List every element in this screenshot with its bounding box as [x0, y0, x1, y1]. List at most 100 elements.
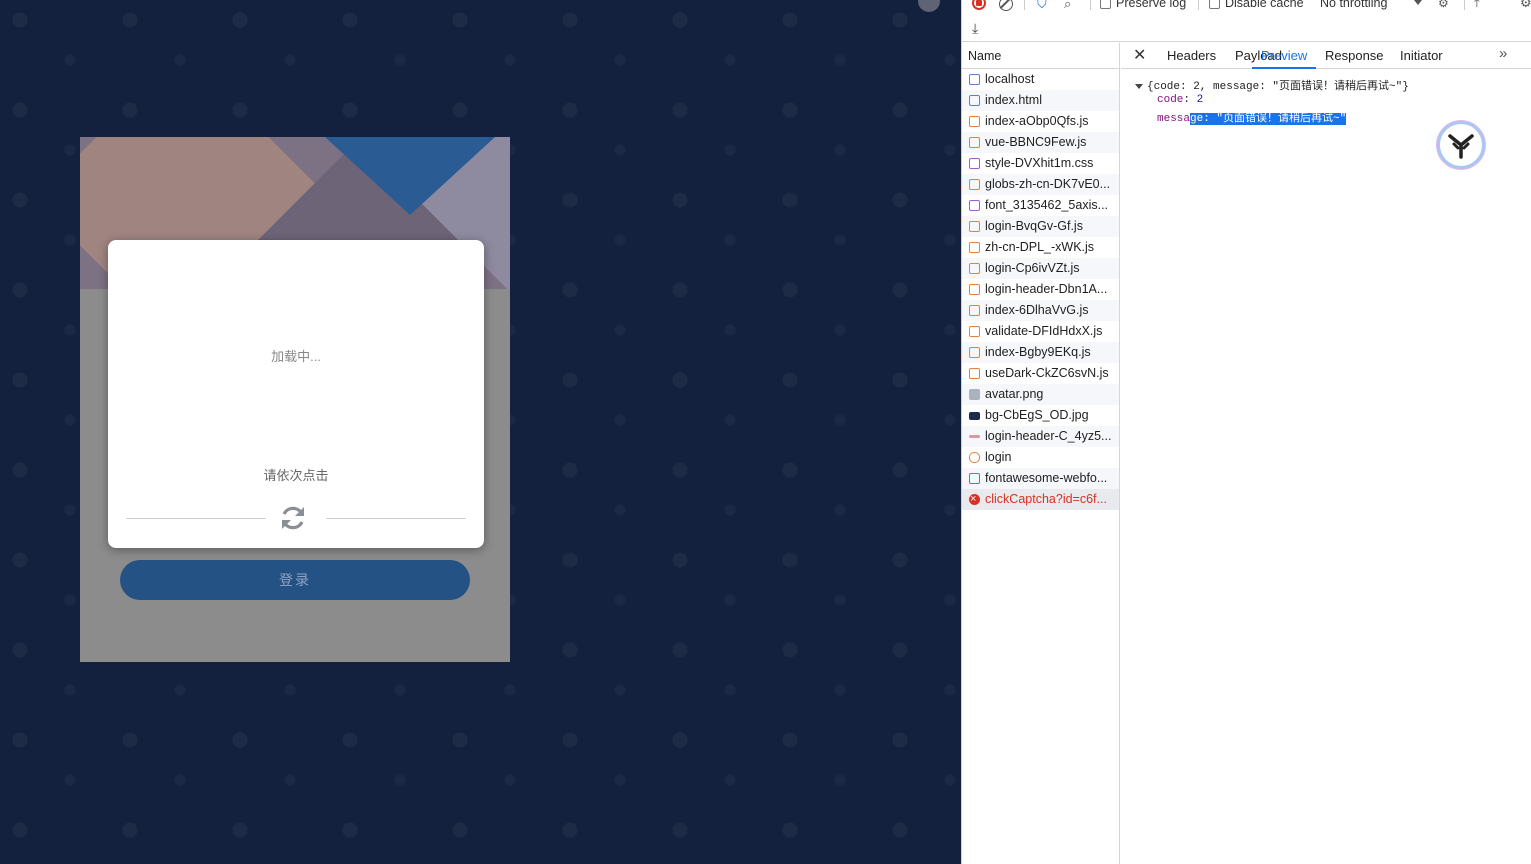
request-name: fontawesome-webfo...: [985, 471, 1108, 485]
request-detail-tabs: ✕ Headers Payload Preview Response Initi…: [1121, 43, 1531, 69]
header-shape-blue-triangle: [325, 137, 495, 215]
request-row[interactable]: fontawesome-webfo...: [962, 468, 1119, 489]
request-row[interactable]: avatar.png: [962, 384, 1119, 405]
xhr-file-icon: [969, 452, 980, 463]
gear-icon[interactable]: ⚙: [1520, 0, 1531, 10]
request-name: vue-BBNC9Few.js: [985, 135, 1087, 149]
network-conditions-icon[interactable]: ⚙: [1438, 0, 1452, 10]
request-row[interactable]: login-BvqGv-Gf.js: [962, 216, 1119, 237]
img-file-icon: [969, 389, 980, 400]
expand-triangle-icon[interactable]: [1135, 83, 1143, 89]
json-value-code: 2: [1196, 94, 1204, 106]
json-code-line: code: 2: [1157, 94, 1204, 106]
js-file-icon: [969, 179, 980, 190]
request-name: login: [985, 450, 1012, 464]
request-rows: localhost index.html index-aObp0Qfs.js vue-…: [962, 69, 1119, 510]
filter-icon[interactable]: ⛉: [1037, 0, 1051, 11]
err-file-icon: [969, 489, 980, 510]
request-row[interactable]: vue-BBNC9Few.js: [962, 132, 1119, 153]
captcha-hint-text: 请依次点击: [263, 468, 329, 483]
disable-cache-checkbox[interactable]: Disable cache: [1209, 0, 1304, 10]
captcha-loading-text: 加载中...: [271, 349, 321, 364]
js-file-icon: [969, 347, 980, 358]
js-file-icon: [969, 116, 980, 127]
request-row[interactable]: style-DVXhit1m.css: [962, 153, 1119, 174]
extension-logo-icon[interactable]: [1437, 121, 1485, 169]
css-file-icon: [969, 200, 980, 211]
request-name: avatar.png: [985, 387, 1044, 401]
throttling-select[interactable]: No throttling: [1320, 0, 1387, 10]
request-row[interactable]: clickCaptcha?id=c6f...: [962, 489, 1119, 510]
disable-cache-label: Disable cache: [1225, 0, 1304, 10]
request-row[interactable]: index.html: [962, 90, 1119, 111]
request-row[interactable]: zh-cn-DPL_-xWK.js: [962, 237, 1119, 258]
search-icon[interactable]: ⌕: [1064, 0, 1078, 11]
request-name: index.html: [985, 93, 1042, 107]
json-root-line[interactable]: {code: 2, message: "页面错误！请稍后再试~"}: [1135, 77, 1409, 93]
request-row[interactable]: globs-zh-cn-DK7vE0...: [962, 174, 1119, 195]
json-preview: {code: 2, message: "页面错误！请稍后再试~"} code: …: [1121, 70, 1531, 864]
request-row[interactable]: login-header-C_4yz5...: [962, 426, 1119, 447]
request-row[interactable]: index-Bgby9EKq.js: [962, 342, 1119, 363]
request-name: useDark-CkZC6svN.js: [985, 366, 1109, 380]
svg-file-icon: [969, 435, 980, 438]
extension-glyph-icon: [1448, 134, 1474, 159]
captcha-divider-left: [126, 518, 266, 519]
refresh-icon[interactable]: [278, 503, 308, 533]
request-name: bg-CbEgS_OD.jpg: [985, 408, 1089, 422]
request-row[interactable]: validate-DFIdHdxX.js: [962, 321, 1119, 342]
request-name: zh-cn-DPL_-xWK.js: [985, 240, 1095, 254]
request-name: index-6DlhaVvG.js: [985, 303, 1089, 317]
globe-icon[interactable]: [918, 0, 940, 12]
request-row[interactable]: login-header-Dbn1A...: [962, 279, 1119, 300]
captcha-dialog: 加载中... 请依次点击: [108, 240, 484, 548]
name-column-header[interactable]: Name: [962, 43, 1119, 69]
request-name: validate-DFIdHdxX.js: [985, 324, 1103, 338]
json-key-code: code: [1157, 94, 1184, 106]
devtools-network-panel: ⛉ ⌕ Preserve log Disable cache No thrott…: [961, 0, 1531, 864]
request-row[interactable]: bg-CbEgS_OD.jpg: [962, 405, 1119, 426]
request-row[interactable]: index-aObp0Qfs.js: [962, 111, 1119, 132]
js-file-icon: [969, 242, 980, 253]
request-row[interactable]: localhost: [962, 69, 1119, 90]
js-file-icon: [969, 326, 980, 337]
css-file-icon: [969, 158, 980, 169]
json-selected-text: ge: "页面错误！请稍后再试~": [1190, 113, 1347, 125]
request-name: clickCaptcha?id=c6f...: [985, 492, 1107, 506]
js-file-icon: [969, 137, 980, 148]
js-file-icon: [969, 305, 980, 316]
clear-icon[interactable]: [999, 0, 1013, 11]
checkbox-box[interactable]: [1209, 0, 1220, 9]
request-row[interactable]: login: [962, 447, 1119, 468]
more-tabs-icon[interactable]: »: [1499, 45, 1507, 62]
request-name: login-header-Dbn1A...: [985, 282, 1108, 296]
request-name: login-BvqGv-Gf.js: [985, 219, 1083, 233]
network-toolbar: ⛉ ⌕ Preserve log Disable cache No thrott…: [962, 0, 1531, 42]
request-row[interactable]: index-6DlhaVvG.js: [962, 300, 1119, 321]
request-row[interactable]: useDark-CkZC6svN.js: [962, 363, 1119, 384]
js-file-icon: [969, 221, 980, 232]
export-har-icon[interactable]: ⤓: [972, 20, 986, 36]
request-name: index-aObp0Qfs.js: [985, 114, 1089, 128]
font-file-icon: [969, 473, 980, 484]
request-name: login-header-C_4yz5...: [985, 429, 1112, 443]
close-icon[interactable]: ✕: [1133, 45, 1146, 65]
request-row[interactable]: login-Cp6ivVZt.js: [962, 258, 1119, 279]
tab-headers[interactable]: Headers: [1167, 43, 1216, 69]
captcha-divider-right: [326, 518, 466, 519]
checkbox-box[interactable]: [1100, 0, 1111, 9]
json-root-text: {code: 2, message: "页面错误！请稍后再试~"}: [1147, 81, 1409, 93]
record-stop-icon[interactable]: [972, 0, 986, 10]
import-har-icon[interactable]: ⤒: [1474, 0, 1488, 10]
request-name: login-Cp6ivVZt.js: [985, 261, 1080, 275]
login-button[interactable]: 登录: [120, 560, 470, 600]
request-row[interactable]: font_3135462_5axis...: [962, 195, 1119, 216]
tab-initiator[interactable]: Initiator: [1400, 43, 1443, 69]
chevron-down-icon[interactable]: [1414, 0, 1422, 5]
toolbar-separator: [1464, 0, 1465, 10]
request-name: globs-zh-cn-DK7vE0...: [985, 177, 1111, 191]
tab-preview[interactable]: Preview: [1252, 43, 1317, 69]
tab-response[interactable]: Response: [1325, 43, 1384, 69]
preserve-log-checkbox[interactable]: Preserve log: [1100, 0, 1186, 10]
toolbar-separator: [1024, 0, 1025, 10]
